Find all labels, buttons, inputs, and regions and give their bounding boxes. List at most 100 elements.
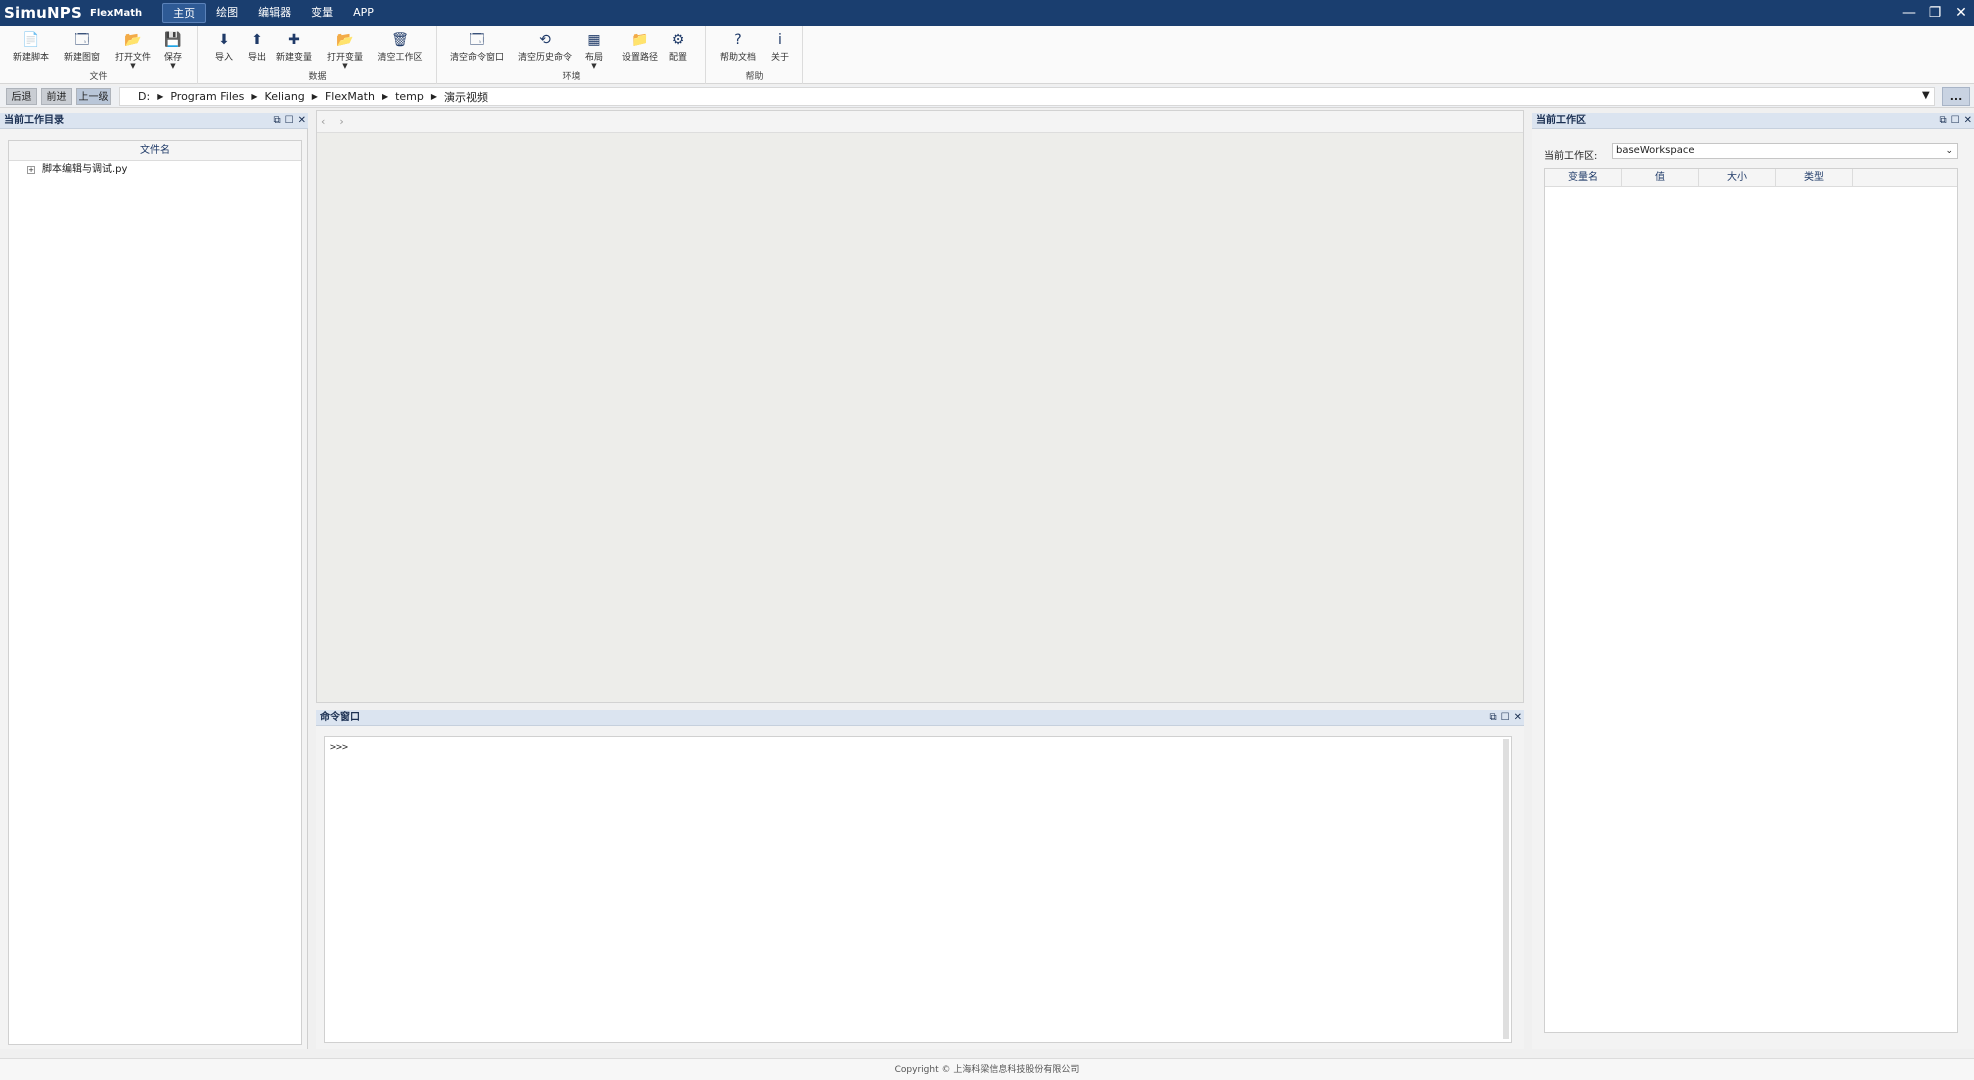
current-directory-panel: 当前工作目录 ⧉ ☐ ✕ 文件名 + 脚本编辑与调试.py [0, 113, 308, 1049]
file-tree: 文件名 + 脚本编辑与调试.py [8, 140, 302, 1045]
new-script-label: 新建脚本 [12, 53, 49, 63]
app-brand: SimuNPS [4, 4, 83, 22]
settings-button[interactable]: ⚙ 配置 [658, 30, 698, 63]
panel-controls: ⧉ ☐ ✕ [1490, 710, 1523, 726]
ribbon-toolbar: 📄 新建脚本 🗔 新建图窗 📂 打开文件 ▼ 💾 保存 ▼ 文件 ⬇ 导入 ⬆ … [0, 26, 1974, 84]
about-info-icon: i [778, 32, 782, 48]
forward-button[interactable]: 前进 [41, 88, 72, 105]
new-script-button[interactable]: 📄 新建脚本 [6, 30, 56, 63]
menu-editor[interactable]: 编辑器 [248, 3, 301, 23]
panel-title: 命令窗口 [320, 712, 360, 723]
clear-command-window-button[interactable]: 🗔 清空命令窗口 [446, 30, 508, 63]
menu-home[interactable]: 主页 [162, 3, 207, 23]
maximize-panel-button[interactable]: ☐ [1501, 710, 1510, 726]
path-segment-drive[interactable]: D: [138, 90, 150, 103]
navigation-bar: 后退 前进 上一级 D: ▶ Program Files ▶ Keliang ▶ Fl… [0, 86, 1974, 108]
column-header-size[interactable]: 大小 [1699, 169, 1776, 186]
settings-label: 配置 [668, 53, 687, 63]
command-input-area[interactable]: >>> [324, 736, 1512, 1043]
clear-history-label: 清空历史命令 [517, 53, 572, 63]
editor-document-area[interactable]: ‹ › [316, 110, 1524, 703]
close-panel-button[interactable]: ✕ [1964, 113, 1972, 129]
column-header-filename[interactable]: 文件名 [9, 141, 301, 161]
restore-button[interactable]: ❐ [1922, 0, 1948, 26]
clear-command-window-icon: 🗔 [469, 32, 485, 48]
up-level-button[interactable]: 上一级 [76, 88, 111, 105]
table-header: 变量名 值 大小 类型 [1545, 169, 1957, 187]
ribbon-group-title: 数据 [308, 72, 327, 82]
help-docs-label: 帮助文档 [719, 53, 756, 63]
about-button[interactable]: i 关于 [755, 30, 805, 63]
path-dropdown-icon[interactable]: ▼ [1922, 90, 1930, 101]
ribbon-group-data: ⬇ 导入 ⬆ 导出 ✚ 新建变量 📂 打开变量 ▼ 🗑 清空工作区 数据 [199, 26, 437, 84]
layout-button[interactable]: ▦ 布局 ▼ [574, 30, 614, 70]
set-path-label: 设置路径 [621, 53, 658, 63]
export-label: 导出 [247, 53, 266, 63]
file-name[interactable]: 脚本编辑与调试.py [42, 161, 127, 179]
clear-history-button[interactable]: ⟲ 清空历史命令 [514, 30, 576, 63]
tab-prev-icon[interactable]: ‹ [321, 115, 325, 128]
settings-gear-icon: ⚙ [671, 32, 685, 48]
menu-plot[interactable]: 绘图 [206, 3, 248, 23]
path-breadcrumb[interactable]: D: ▶ Program Files ▶ Keliang ▶ FlexMath ▶ te… [119, 87, 1935, 106]
main-menu: 主页 绘图 编辑器 变量 APP [162, 0, 384, 26]
new-figure-button[interactable]: 🗔 新建图窗 [57, 30, 107, 63]
path-segment[interactable]: Program Files [170, 90, 244, 103]
new-figure-label: 新建图窗 [63, 53, 100, 63]
workspace-label: 当前工作区: [1544, 151, 1598, 162]
ribbon-group-title: 环境 [562, 72, 581, 82]
new-figure-icon: 🗔 [74, 32, 90, 48]
copyright-text: Copyright © 上海科梁信息科技股份有限公司 [894, 1065, 1080, 1075]
document-tab-strip: ‹ › [317, 111, 1523, 133]
more-options-button[interactable]: ... [1942, 87, 1970, 106]
close-window-button[interactable]: ✕ [1948, 0, 1974, 26]
app-product-name: FlexMath [90, 7, 143, 19]
panel-header: 当前工作区 ⧉ ☐ ✕ [1532, 113, 1974, 129]
vertical-scrollbar[interactable] [1503, 739, 1509, 1039]
clear-history-icon: ⟲ [539, 32, 551, 48]
path-separator-icon: ▶ [430, 92, 438, 101]
variables-table: 变量名 值 大小 类型 [1544, 168, 1958, 1033]
clear-workspace-button[interactable]: 🗑 清空工作区 [375, 30, 425, 63]
minimize-button[interactable]: — [1896, 0, 1922, 26]
close-panel-button[interactable]: ✕ [1514, 710, 1522, 726]
menu-variable[interactable]: 变量 [301, 3, 343, 23]
column-header-name[interactable]: 变量名 [1545, 169, 1622, 186]
chevron-down-icon: ⌄ [1945, 146, 1953, 156]
path-separator-icon: ▶ [251, 92, 258, 101]
save-button[interactable]: 💾 保存 ▼ [148, 30, 198, 70]
column-header-value[interactable]: 值 [1622, 169, 1699, 186]
float-panel-button[interactable]: ⧉ [1490, 710, 1497, 726]
clear-workspace-icon: 🗑 [391, 32, 409, 48]
path-segment-current[interactable]: 演示视频 [444, 89, 488, 105]
import-label: 导入 [214, 53, 233, 63]
new-variable-button[interactable]: ✚ 新建变量 [269, 30, 319, 63]
menu-app[interactable]: APP [343, 3, 384, 23]
open-variable-button[interactable]: 📂 打开变量 ▼ [320, 30, 370, 70]
clear-workspace-label: 清空工作区 [377, 53, 423, 63]
panel-controls: ⧉ ☐ ✕ [274, 113, 307, 129]
panel-header: 命令窗口 ⧉ ☐ ✕ [316, 710, 1524, 726]
path-segment[interactable]: FlexMath [325, 90, 375, 103]
path-separator-icon: ▶ [381, 92, 389, 101]
window-controls: — ❐ ✕ [1896, 0, 1974, 26]
save-icon: 💾 [164, 32, 182, 48]
column-header-type[interactable]: 类型 [1776, 169, 1853, 186]
float-panel-button[interactable]: ⧉ [1940, 113, 1947, 129]
maximize-panel-button[interactable]: ☐ [285, 113, 294, 129]
path-separator-icon: ▶ [157, 92, 164, 101]
path-segment[interactable]: temp [395, 90, 424, 103]
path-segment[interactable]: Keliang [265, 90, 305, 103]
command-window-panel: 命令窗口 ⧉ ☐ ✕ >>> [316, 710, 1524, 1049]
path-separator-icon: ▶ [311, 92, 318, 101]
close-panel-button[interactable]: ✕ [298, 113, 306, 129]
panel-controls: ⧉ ☐ ✕ [1940, 113, 1973, 129]
expand-icon[interactable]: + [27, 166, 35, 174]
float-panel-button[interactable]: ⧉ [274, 113, 281, 129]
tab-next-icon[interactable]: › [339, 115, 343, 128]
back-button[interactable]: 后退 [6, 88, 37, 105]
file-list-item[interactable]: + 脚本编辑与调试.py [9, 161, 301, 179]
maximize-panel-button[interactable]: ☐ [1951, 113, 1960, 129]
about-label: 关于 [770, 53, 789, 63]
workspace-select[interactable]: baseWorkspace ⌄ [1612, 143, 1958, 159]
